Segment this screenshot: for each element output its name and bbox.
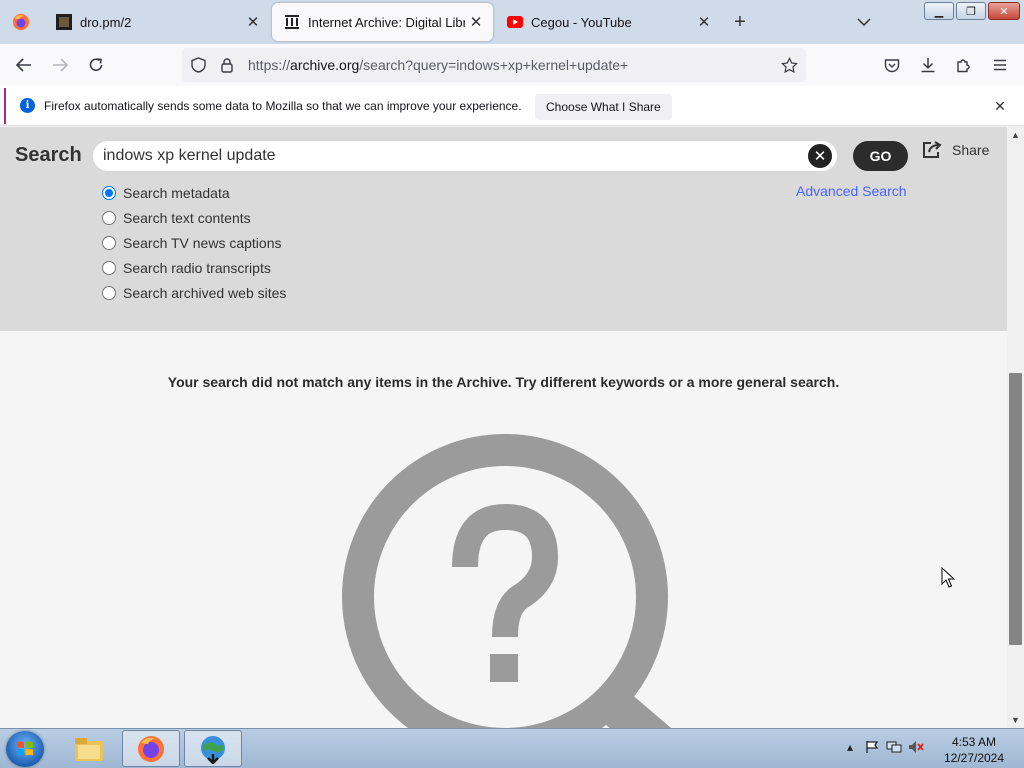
system-tray: ▴ [842, 738, 924, 756]
downloads-button[interactable] [915, 53, 941, 77]
restore-button[interactable]: ❐ [956, 2, 986, 20]
windows-logo-icon [17, 741, 33, 756]
close-window-button[interactable]: ✕ [988, 2, 1020, 20]
share-button[interactable]: Share [922, 141, 989, 159]
share-label: Share [952, 142, 990, 158]
firefox-icon [138, 735, 164, 762]
option-label: Search radio transcripts [123, 259, 271, 276]
show-hidden-icons-icon[interactable]: ▴ [842, 738, 858, 756]
scroll-up-arrow-icon[interactable]: ▲ [1007, 127, 1024, 143]
dark-square-favicon-icon [56, 14, 72, 30]
taskbar-download-manager[interactable] [184, 730, 242, 767]
pocket-button[interactable] [879, 53, 905, 77]
search-input[interactable]: indows xp kernel update [93, 141, 837, 171]
tab-internet-archive[interactable]: Internet Archive: Digital Library ✕ [272, 3, 493, 41]
start-button[interactable] [6, 731, 44, 767]
page-content: Search indows xp kernel update ✕ GO Shar… [0, 127, 1007, 728]
radio-unselected[interactable] [102, 235, 116, 250]
choose-what-i-share-button[interactable]: Choose What I Share [535, 94, 672, 120]
no-results-message: Your search did not match any items in t… [167, 374, 840, 390]
clear-search-icon[interactable]: ✕ [808, 144, 832, 168]
archive-building-icon [284, 14, 300, 30]
puzzle-icon [957, 59, 970, 73]
magnifier-question-icon [342, 434, 672, 728]
search-panel: Search indows xp kernel update ✕ GO Shar… [0, 127, 1007, 331]
search-label: Search [15, 144, 82, 166]
option-label: Search TV news captions [123, 234, 282, 251]
option-label: Search metadata [123, 184, 230, 201]
back-button[interactable] [11, 53, 37, 77]
radio-selected[interactable] [102, 185, 116, 200]
taskbar-explorer[interactable] [60, 730, 118, 767]
windows-taskbar: ▴ 4:53 AM 12/27/2024 [0, 728, 1024, 768]
option-search-text-contents[interactable]: Search text contents [102, 205, 286, 230]
network-icon[interactable] [886, 738, 902, 756]
new-tab-button[interactable]: + [728, 10, 752, 34]
go-button[interactable]: GO [853, 141, 908, 171]
url-text: https://archive.org/search?query=indows+… [248, 57, 628, 73]
address-bar[interactable]: https://archive.org/search?query=indows+… [182, 48, 806, 82]
reload-button[interactable] [83, 53, 109, 77]
option-search-radio-transcripts[interactable]: Search radio transcripts [102, 255, 286, 280]
tab-youtube[interactable]: Cegou - YouTube ✕ [495, 3, 721, 41]
info-icon: i [20, 98, 35, 113]
download-icon [921, 58, 935, 73]
shield-icon[interactable] [185, 53, 211, 77]
option-label: Search text contents [123, 209, 251, 226]
minimize-button[interactable]: ▁ [924, 2, 954, 20]
scroll-down-arrow-icon[interactable]: ▼ [1007, 712, 1024, 728]
tab-close-icon[interactable]: ✕ [693, 11, 715, 33]
globe-download-icon [201, 735, 225, 764]
list-all-tabs-button[interactable] [852, 10, 876, 34]
notification-close-icon[interactable]: ✕ [990, 96, 1010, 116]
reload-icon [89, 58, 103, 71]
notification-accent-stripe [4, 88, 6, 124]
taskbar-firefox[interactable] [122, 730, 180, 767]
pocket-icon [884, 58, 900, 72]
scrollbar-thumb[interactable] [1009, 373, 1022, 645]
volume-muted-icon[interactable] [908, 738, 924, 756]
option-search-metadata[interactable]: Search metadata [102, 180, 286, 205]
window-controls: ▁ ❐ ✕ [924, 2, 1020, 20]
clock-time: 4:53 AM [951, 735, 997, 749]
app-menu-button[interactable] [987, 53, 1013, 77]
radio-unselected[interactable] [102, 285, 116, 300]
lock-icon[interactable] [214, 53, 240, 77]
url-scheme: https:// [248, 57, 291, 73]
radio-unselected[interactable] [102, 210, 116, 225]
share-icon [923, 141, 942, 158]
radio-unselected[interactable] [102, 260, 116, 275]
folder-icon [75, 737, 103, 761]
option-label: Search archived web sites [123, 284, 287, 301]
bookmark-star-icon[interactable] [776, 53, 802, 77]
option-search-archived-web-sites[interactable]: Search archived web sites [102, 280, 286, 305]
youtube-icon [507, 14, 523, 30]
mouse-cursor-icon [941, 567, 956, 588]
tab-dro[interactable]: dro.pm/2 ✕ [44, 3, 270, 41]
option-search-tv-news-captions[interactable]: Search TV news captions [102, 230, 286, 255]
forward-arrow-icon [53, 58, 68, 72]
hamburger-menu-icon [994, 59, 1006, 71]
data-collection-notification: i Firefox automatically sends some data … [0, 86, 1024, 126]
notification-message: Firefox automatically sends some data to… [44, 99, 522, 113]
back-arrow-icon [16, 58, 31, 72]
forward-button[interactable] [47, 53, 73, 77]
firefox-view-button[interactable] [0, 0, 42, 44]
tab-strip: dro.pm/2 ✕ Internet Archive: Digital Lib… [0, 0, 1024, 44]
advanced-search-link[interactable]: Advanced Search [796, 183, 907, 199]
tab-close-icon[interactable]: ✕ [242, 11, 264, 33]
url-domain: archive.org [290, 57, 360, 73]
vertical-scrollbar[interactable]: ▲ ▼ [1007, 127, 1024, 728]
clock-date: 12/27/2024 [943, 751, 1005, 765]
search-type-options: Search metadata Search text contents Sea… [102, 180, 286, 305]
action-center-flag-icon[interactable] [864, 738, 880, 756]
tab-close-icon[interactable]: ✕ [465, 11, 487, 33]
navigation-toolbar: https://archive.org/search?query=indows+… [0, 44, 1024, 86]
chevron-down-icon [857, 18, 871, 26]
extensions-button[interactable] [951, 53, 977, 77]
url-path: /search?query=indows+xp+kernel+update+ [359, 57, 629, 73]
system-clock[interactable]: 4:53 AM 12/27/2024 [938, 734, 1010, 766]
firefox-icon [12, 13, 30, 31]
